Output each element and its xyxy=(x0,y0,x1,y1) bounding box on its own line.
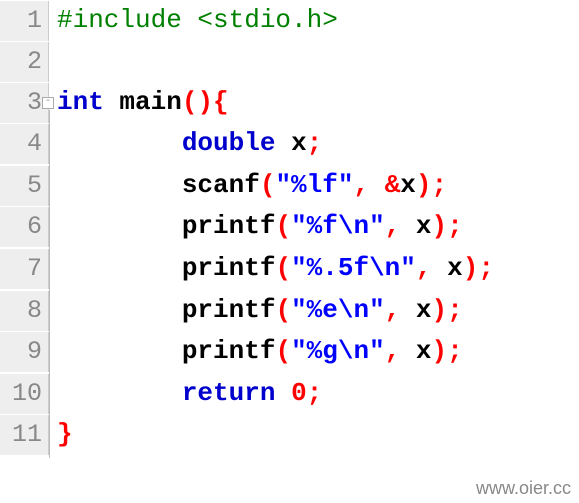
ident-x: x xyxy=(400,211,431,241)
paren-close: ) xyxy=(432,336,448,366)
line-number: 5 xyxy=(0,166,49,206)
code-content: double x; xyxy=(49,123,322,165)
fn-printf: printf xyxy=(182,211,276,241)
line-number: 1 xyxy=(0,1,49,41)
preprocessor: #include <stdio.h> xyxy=(57,5,338,35)
keyword-double: double xyxy=(182,128,276,158)
paren-open: ( xyxy=(275,253,291,283)
string-e: "%e\n" xyxy=(291,295,385,325)
line-number: 6 xyxy=(0,207,49,247)
code-line: 8 printf("%e\n", x); xyxy=(0,290,579,332)
code-content: printf("%f\n", x); xyxy=(49,206,463,248)
string-f: "%f\n" xyxy=(291,211,385,241)
line-number: 7 xyxy=(0,249,49,289)
paren-open: ( xyxy=(182,87,198,117)
code-content: printf("%g\n", x); xyxy=(49,331,463,373)
line-number: 11 xyxy=(0,415,49,455)
code-line: 7 printf("%.5f\n", x); xyxy=(0,248,579,290)
code-line: 1 #include <stdio.h> xyxy=(0,0,579,42)
paren-open: ( xyxy=(275,295,291,325)
code-line: 9 printf("%g\n", x); xyxy=(0,331,579,373)
code-content: scanf("%lf", &x); xyxy=(49,165,447,207)
line-number: 10 xyxy=(0,374,49,414)
fn-scanf: scanf xyxy=(182,170,260,200)
string-5f: "%.5f\n" xyxy=(291,253,416,283)
paren-open: ( xyxy=(260,170,276,200)
watermark-text: www.oier.cc xyxy=(476,478,571,499)
line-number: 3- xyxy=(0,83,49,123)
paren-close: ) xyxy=(197,87,213,117)
number-zero: 0 xyxy=(291,378,307,408)
fn-printf: printf xyxy=(182,336,276,366)
code-line: 5 scanf("%lf", &x); xyxy=(0,165,579,207)
ident-x: x xyxy=(400,295,431,325)
semicolon: ; xyxy=(478,253,494,283)
semicolon: ; xyxy=(447,336,463,366)
code-content: #include <stdio.h> xyxy=(49,0,338,42)
code-content: printf("%e\n", x); xyxy=(49,290,463,332)
paren-open: ( xyxy=(275,211,291,241)
semicolon: ; xyxy=(432,170,448,200)
string-g: "%g\n" xyxy=(291,336,385,366)
comma: , xyxy=(385,211,401,241)
code-content: printf("%.5f\n", x); xyxy=(49,248,494,290)
keyword-return: return xyxy=(182,378,276,408)
semicolon: ; xyxy=(447,295,463,325)
paren-open: ( xyxy=(275,336,291,366)
ident-x: x xyxy=(400,170,416,200)
semicolon: ; xyxy=(307,378,323,408)
line-number: 4 xyxy=(0,124,49,164)
fn-printf: printf xyxy=(182,295,276,325)
code-line: 11 } xyxy=(0,414,579,456)
fold-minus-icon[interactable]: - xyxy=(42,97,54,109)
keyword-int: int xyxy=(57,87,104,117)
comma: , xyxy=(385,336,401,366)
paren-close: ) xyxy=(463,253,479,283)
ident-x: x xyxy=(400,336,431,366)
code-line: 4 double x; xyxy=(0,123,579,165)
line-number: 2 xyxy=(0,42,49,82)
brace-open: { xyxy=(213,87,229,117)
semicolon: ; xyxy=(307,128,323,158)
comma: , xyxy=(385,295,401,325)
code-content: int main(){ xyxy=(49,82,229,124)
paren-close: ) xyxy=(432,211,448,241)
code-line: 3- int main(){ xyxy=(0,82,579,124)
fold-guide-line xyxy=(49,110,50,458)
code-line: 6 printf("%f\n", x); xyxy=(0,206,579,248)
comma: , xyxy=(353,170,369,200)
fn-printf: printf xyxy=(182,253,276,283)
semicolon: ; xyxy=(447,211,463,241)
ident-x: x xyxy=(291,128,307,158)
code-editor: 1 #include <stdio.h> 2 3- int main(){ 4 … xyxy=(0,0,579,456)
line-number: 8 xyxy=(0,291,49,331)
paren-close: ) xyxy=(416,170,432,200)
code-line: 2 xyxy=(0,42,579,82)
string-lf: "%lf" xyxy=(275,170,353,200)
line-number: 9 xyxy=(0,332,49,372)
code-line: 10 return 0; xyxy=(0,373,579,415)
paren-close: ) xyxy=(432,295,448,325)
comma: , xyxy=(416,253,432,283)
brace-close: } xyxy=(57,419,73,449)
code-content: } xyxy=(49,414,73,456)
fn-main: main xyxy=(104,87,182,117)
code-content: return 0; xyxy=(49,373,322,415)
addr-op: & xyxy=(385,170,401,200)
ident-x: x xyxy=(432,253,463,283)
